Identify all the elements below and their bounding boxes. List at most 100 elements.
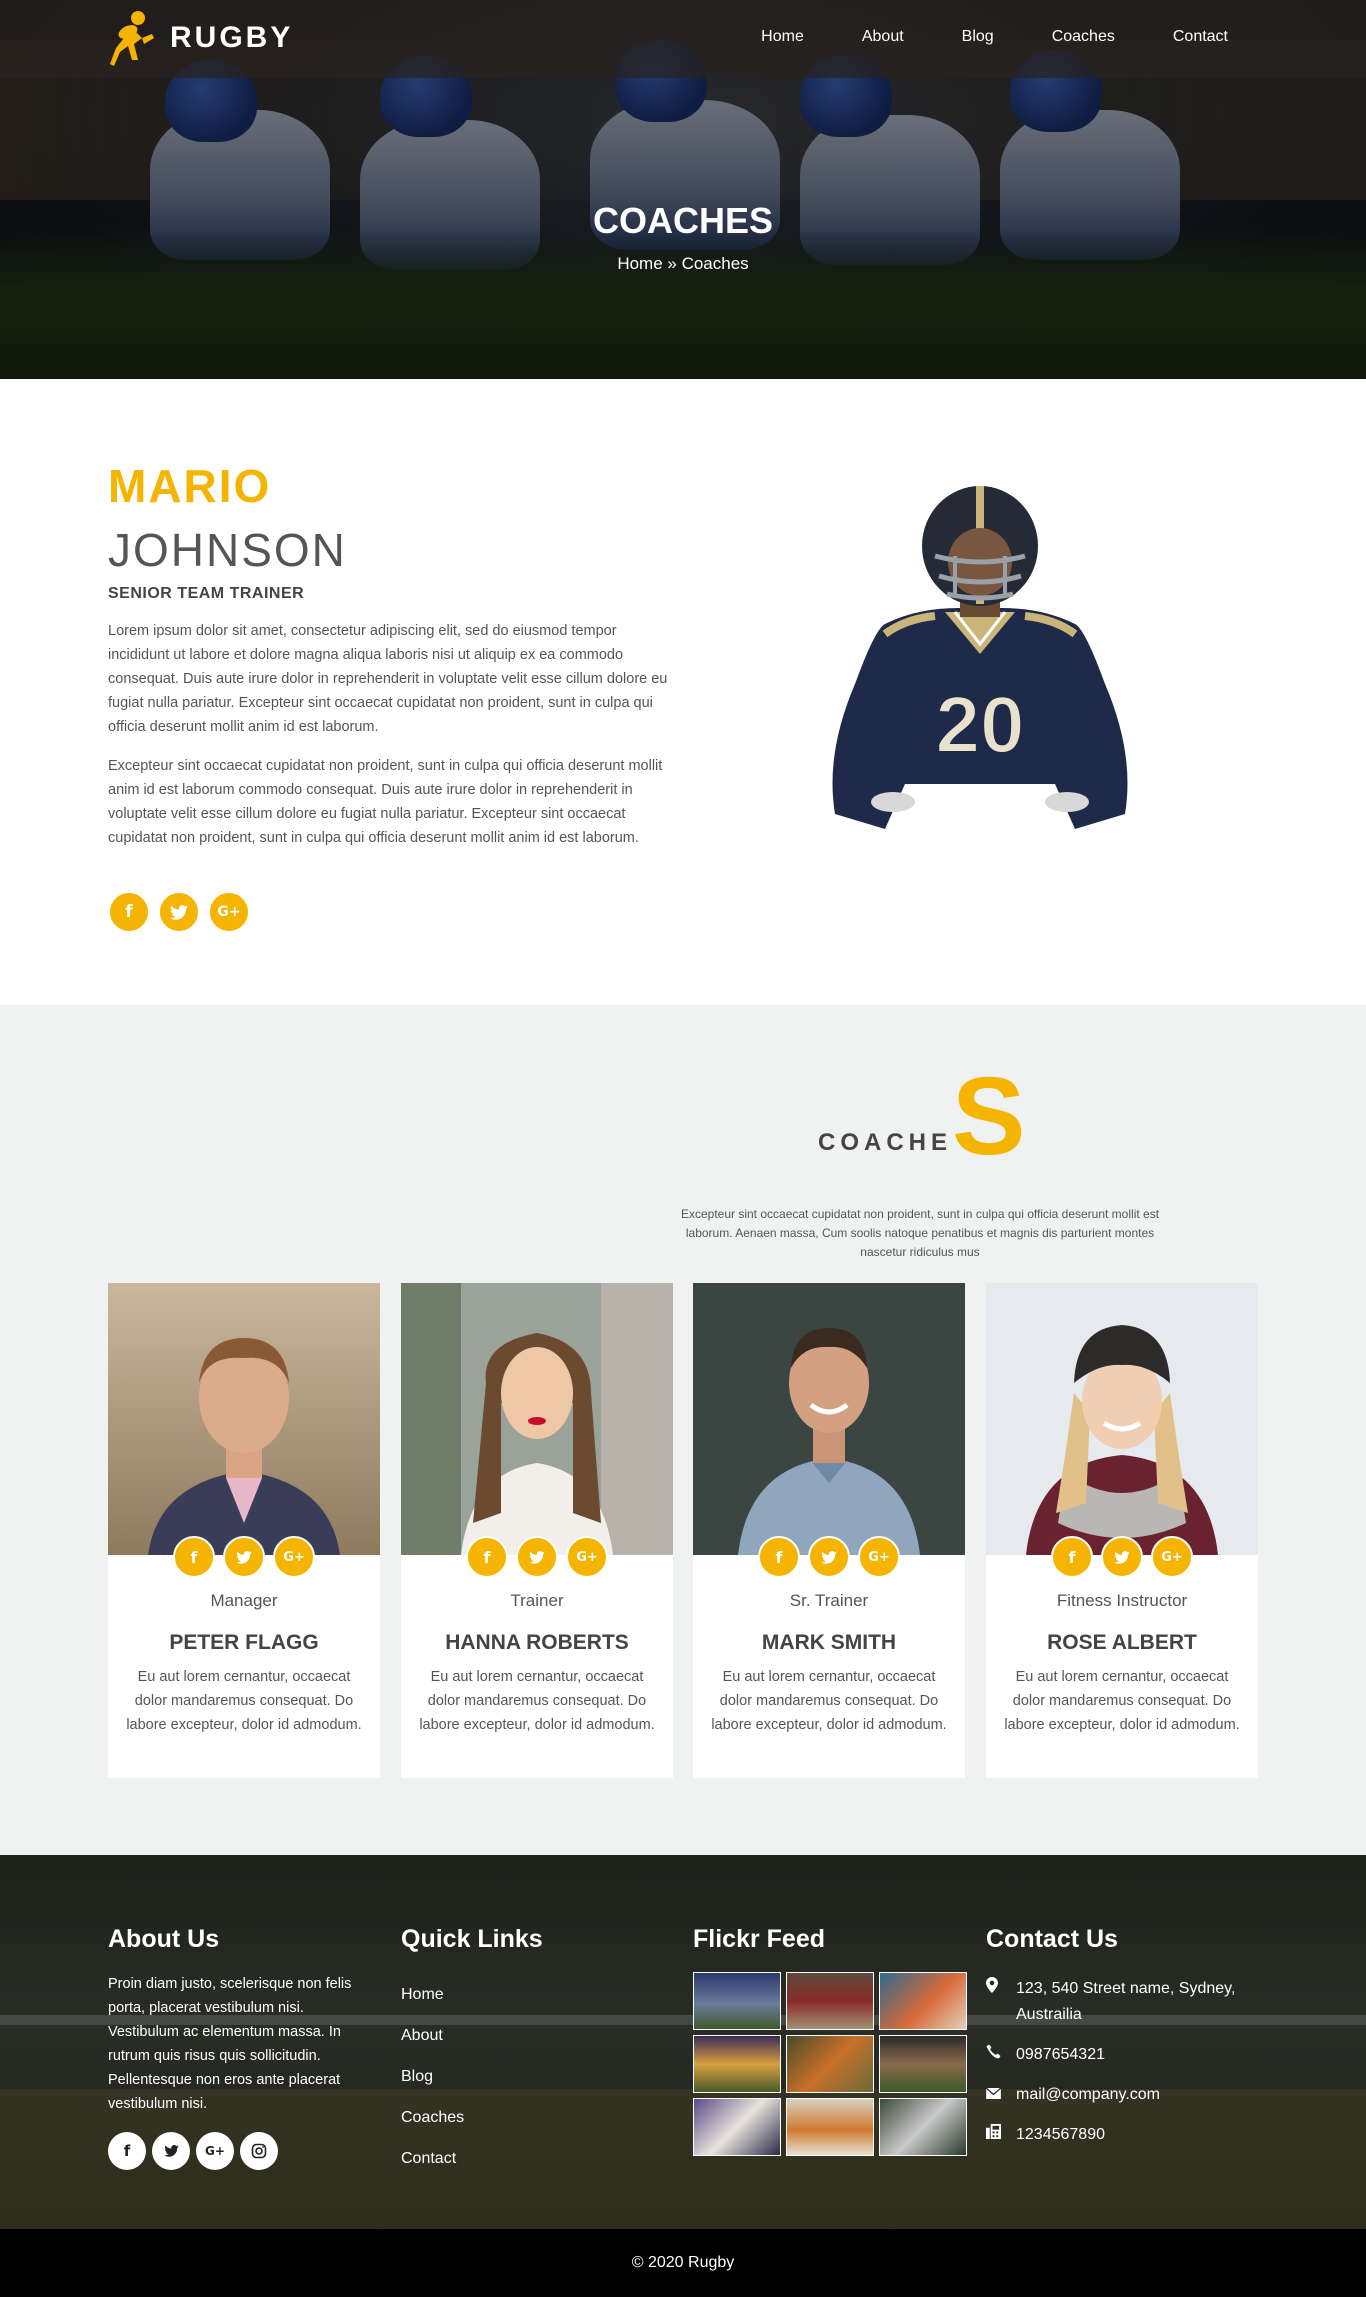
flickr-thumbnail[interactable]: [879, 2035, 967, 2093]
google-plus-icon[interactable]: G+: [208, 891, 250, 933]
page-title: COACHES: [592, 200, 774, 241]
coach-portrait-image: 20: [832, 486, 1128, 829]
twitter-icon[interactable]: [516, 1536, 558, 1578]
footer-about: About Us Proin diam justo, scelerisque n…: [108, 1925, 370, 2170]
google-plus-icon[interactable]: G+: [566, 1536, 608, 1578]
coach-name: MARK SMITH: [761, 1631, 897, 1654]
section-heading: COACHE S: [818, 1055, 1026, 1178]
flickr-thumbnail[interactable]: [786, 2035, 874, 2093]
footer-link-blog[interactable]: Blog: [401, 2056, 543, 2097]
contact-fax: 1234567890: [986, 2122, 1256, 2148]
contact-phone: 0987654321: [986, 2042, 1256, 2068]
featured-coach-section: MARIO JOHNSON SENIOR TEAM TRAINER Lorem …: [0, 379, 1366, 1005]
footer-link-home[interactable]: Home: [401, 1974, 543, 2015]
contact-address-text: 123, 540 Street name, Sydney, Austrailia: [1016, 1980, 1236, 2023]
coach-card: f G+ Manager PETER FLAGG Eu aut lorem ce…: [108, 1283, 380, 1778]
coach-first-name: MARIO: [108, 460, 272, 512]
coach-bio-paragraph: Excepteur sint occaecat cupidatat non pr…: [108, 758, 663, 846]
section-description: Excepteur sint occaecat cupidatat non pr…: [680, 1207, 1160, 1259]
coach-description: Eu aut lorem cernantur, occaecat dolor m…: [419, 1669, 655, 1733]
nav-contact[interactable]: Contact: [1173, 28, 1228, 46]
footer-link-coaches[interactable]: Coaches: [401, 2097, 543, 2138]
nav-coaches[interactable]: Coaches: [1052, 28, 1115, 46]
twitter-icon[interactable]: [223, 1536, 265, 1578]
footer-quick-links: Quick Links Home About Blog Coaches Cont…: [401, 1925, 543, 2179]
flickr-thumbnail[interactable]: [693, 2098, 781, 2156]
facebook-icon[interactable]: f: [1051, 1536, 1093, 1578]
footer-flickr: Flickr Feed: [693, 1925, 967, 2156]
facebook-icon[interactable]: f: [108, 2132, 146, 2170]
flickr-thumbnail[interactable]: [786, 2098, 874, 2156]
footer-link-contact[interactable]: Contact: [401, 2138, 543, 2179]
twitter-icon[interactable]: [808, 1536, 850, 1578]
coach-card: f G+ Trainer HANNA ROBERTS Eu aut lorem …: [401, 1283, 673, 1778]
footer-link-about[interactable]: About: [401, 2015, 543, 2056]
coach-name: PETER FLAGG: [169, 1631, 319, 1654]
google-plus-icon[interactable]: G+: [1151, 1536, 1193, 1578]
brand-name: RUGBY: [170, 21, 294, 54]
twitter-icon[interactable]: [158, 891, 200, 933]
facebook-icon[interactable]: f: [758, 1536, 800, 1578]
coach-name: ROSE ALBERT: [1047, 1631, 1197, 1654]
coach-description: Eu aut lorem cernantur, occaecat dolor m…: [711, 1669, 947, 1733]
coach-role: SENIOR TEAM TRAINER: [108, 585, 305, 602]
flickr-thumbnail[interactable]: [786, 1972, 874, 2030]
google-plus-icon[interactable]: G+: [273, 1536, 315, 1578]
breadcrumb[interactable]: Home » Coaches: [0, 254, 1366, 274]
nav-blog[interactable]: Blog: [962, 28, 994, 46]
coach-photo: [108, 1283, 380, 1555]
flickr-thumbnail[interactable]: [879, 1972, 967, 2030]
section-heading-accent: S: [952, 1055, 1026, 1178]
coach-photo: [401, 1283, 673, 1555]
coach-last-name: JOHNSON: [108, 524, 347, 576]
google-plus-icon[interactable]: G+: [196, 2132, 234, 2170]
contact-phone-text[interactable]: 0987654321: [1016, 2042, 1105, 2068]
footer-contact: Contact Us 123, 540 Street name, Sydney,…: [985, 1925, 1256, 2148]
coach-description: Eu aut lorem cernantur, occaecat dolor m…: [126, 1669, 362, 1733]
facebook-icon[interactable]: f: [466, 1536, 508, 1578]
instagram-icon[interactable]: [240, 2132, 278, 2170]
coach-social-links: f G+: [986, 1536, 1258, 1578]
fax-icon: [986, 2122, 1002, 2148]
copyright-bar: © 2020 Rugby: [0, 2229, 1366, 2297]
flickr-gallery: [693, 1972, 967, 2156]
coach-card: f G+ Sr. Trainer MARK SMITH Eu aut lorem…: [693, 1283, 965, 1778]
flickr-thumbnail[interactable]: [693, 2035, 781, 2093]
footer-heading: Flickr Feed: [693, 1925, 825, 1953]
coach-role: Trainer: [510, 1591, 564, 1610]
contact-email-text[interactable]: mail@company.com: [1016, 2082, 1160, 2108]
coach-role: Fitness Instructor: [1056, 1591, 1188, 1610]
facebook-icon[interactable]: f: [173, 1536, 215, 1578]
flickr-thumbnail[interactable]: [879, 2098, 967, 2156]
coach-bio-paragraph: Lorem ipsum dolor sit amet, consectetur …: [108, 623, 668, 735]
map-pin-icon: [986, 1976, 1002, 2002]
flickr-thumbnail[interactable]: [693, 1972, 781, 2030]
coach-card: f G+ Fitness Instructor ROSE ALBERT Eu a…: [986, 1283, 1258, 1778]
brand-logo[interactable]: RUGBY: [108, 8, 293, 68]
facebook-icon[interactable]: f: [108, 891, 150, 933]
footer-heading: Quick Links: [401, 1925, 543, 1953]
contact-fax-text: 1234567890: [1016, 2126, 1105, 2143]
footer-social-links: f G+: [108, 2132, 370, 2170]
site-footer: About Us Proin diam justo, scelerisque n…: [0, 1855, 1366, 2229]
google-plus-icon[interactable]: G+: [858, 1536, 900, 1578]
jersey-number: 20: [936, 680, 1025, 769]
coach-name: HANNA ROBERTS: [445, 1631, 629, 1654]
hero-banner: RUGBY Home About Blog Coaches Contact CO…: [0, 0, 1366, 379]
coach-photo: [693, 1283, 965, 1555]
nav-about[interactable]: About: [862, 28, 904, 46]
main-nav: Home About Blog Coaches Contact: [703, 28, 1228, 46]
coach-description: Eu aut lorem cernantur, occaecat dolor m…: [1004, 1669, 1240, 1733]
coach-role: Manager: [210, 1591, 278, 1610]
top-navbar: RUGBY Home About Blog Coaches Contact: [0, 0, 1366, 78]
coach-social-links: f G+: [401, 1536, 673, 1578]
contact-address: 123, 540 Street name, Sydney, Austrailia: [986, 1976, 1256, 2028]
contact-email: mail@company.com: [985, 2082, 1256, 2108]
coaches-section: COACHE S Excepteur sint occaecat cupidat…: [0, 1005, 1366, 1855]
coach-photo: [986, 1283, 1258, 1555]
twitter-icon[interactable]: [152, 2132, 190, 2170]
section-heading-text: COACHE: [818, 1129, 953, 1156]
twitter-icon[interactable]: [1101, 1536, 1143, 1578]
nav-home[interactable]: Home: [761, 28, 804, 46]
rugby-player-logo-icon: [110, 11, 154, 66]
